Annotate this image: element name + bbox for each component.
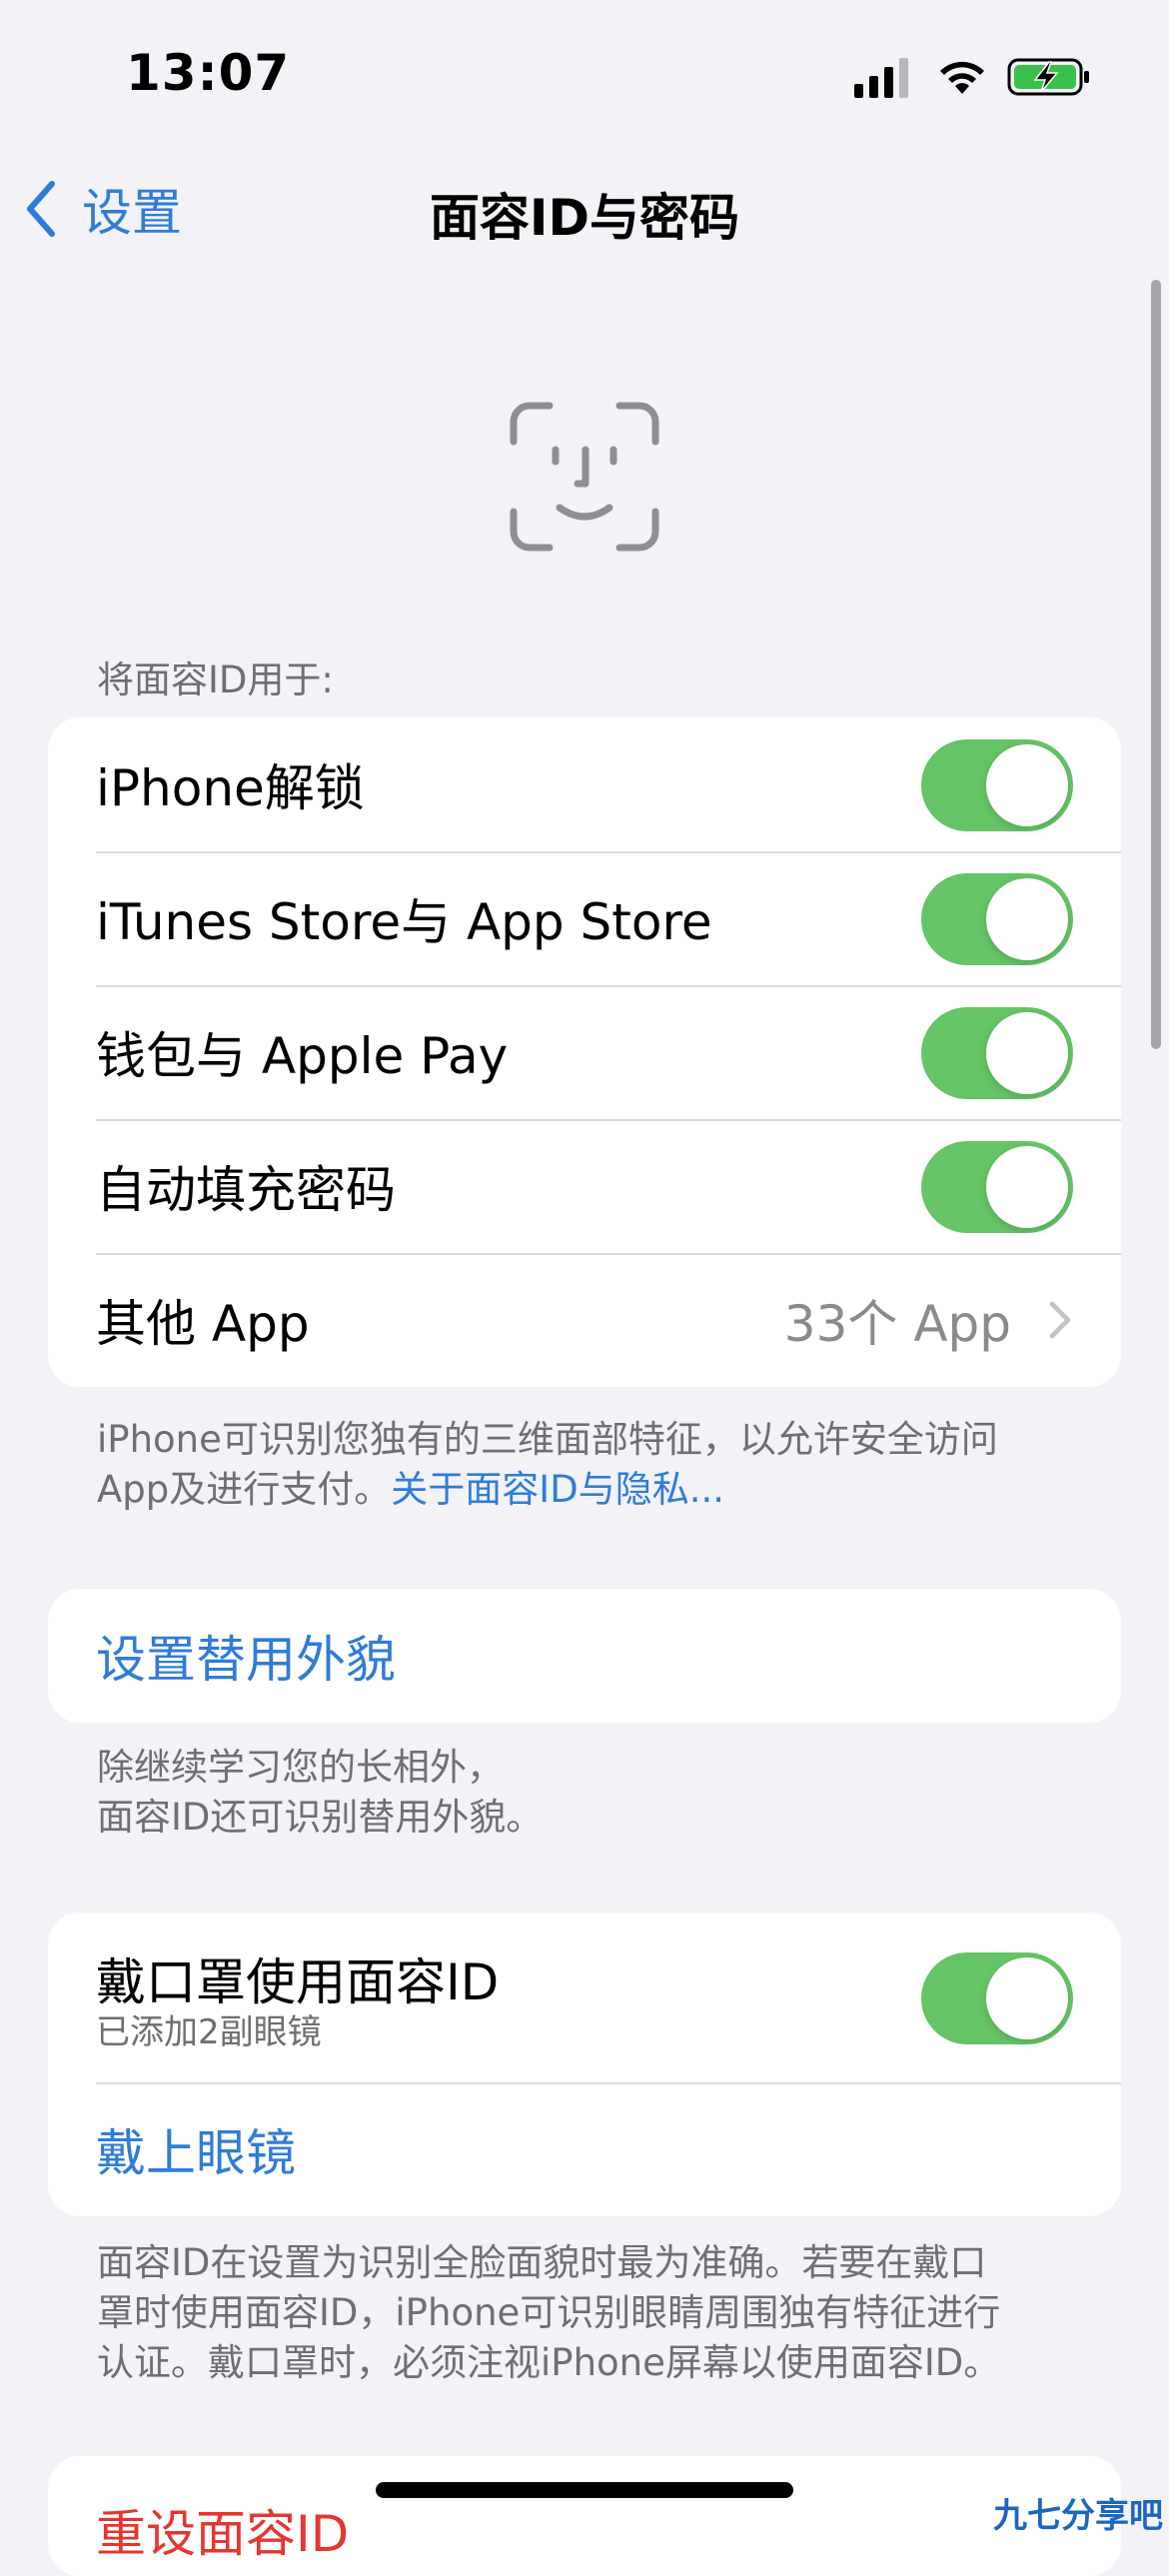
face-id-use-footer: iPhone可识别您独有的三维面部特征，以允许安全访问 App及进行支付。关于面… [97,1415,1086,1515]
navigation-bar: 设置 面容ID与密码 [0,150,1169,270]
row-password-autofill: 自动填充密码 [48,1119,1121,1253]
toggle-knob [986,744,1068,826]
toggle-knob [986,1146,1068,1228]
scrollbar[interactable] [1151,280,1161,1049]
face-id-use-group: iPhone解锁 iTunes Store与 App Store 钱包与 App… [48,717,1121,1387]
alternate-appearance-footer: 除继续学习您的长相外， 面容ID还可识别替用外貌。 [97,1743,1086,1843]
toggle-knob [986,1012,1068,1094]
row-add-glasses[interactable]: 戴上眼镜 [48,2082,1121,2216]
face-id-icon [510,402,659,552]
section-header-use: 将面容ID用于: [97,658,334,701]
toggle-itunes-app-store[interactable] [921,873,1073,965]
row-label: 其他 App [96,1295,310,1353]
setup-alternate-appearance-button[interactable]: 设置替用外貌 [96,1620,396,1692]
add-glasses-button[interactable]: 戴上眼镜 [96,2113,296,2185]
alternate-appearance-group: 设置替用外貌 [48,1589,1121,1723]
mask-footer: 面容ID在设置为识别全脸面貌时最为准确。若要在戴口 罩时使用面容ID，iPhon… [97,2238,1086,2388]
footer-line: 面容ID在设置为识别全脸面貌时最为准确。若要在戴口 [97,2241,987,2284]
toggle-iphone-unlock[interactable] [921,739,1073,831]
privacy-link[interactable]: 关于面容ID与隐私... [391,1468,724,1511]
toggle-knob [986,1957,1068,2039]
row-sublabel: 已添加2副眼镜 [96,2012,322,2052]
toggle-knob [986,878,1068,960]
status-bar: 13:07 [0,0,1169,150]
footer-line: 面容ID还可识别替用外貌。 [97,1796,544,1839]
home-indicator[interactable] [376,2482,793,2498]
footer-line: 认证。戴口罩时，必须注视iPhone屏幕以使用面容ID。 [97,2341,1001,2384]
page-title: 面容ID与密码 [429,189,740,247]
footer-line: iPhone可识别您独有的三维面部特征，以允许安全访问 [97,1418,998,1461]
row-iphone-unlock: iPhone解锁 [48,717,1121,851]
row-label: iTunes Store与 App Store [96,893,712,951]
mask-group: 戴口罩使用面容ID 已添加2副眼镜 戴上眼镜 [48,1913,1121,2216]
reset-face-id-button[interactable]: 重设面容ID [96,2494,349,2566]
footer-line: App及进行支付。关于面容ID与隐私... [97,1465,1086,1515]
row-setup-alternate-appearance[interactable]: 设置替用外貌 [48,1589,1121,1723]
chevron-right-icon [1049,1301,1071,1339]
toggle-wallet-apple-pay[interactable] [921,1007,1073,1099]
footer-line: 除继续学习您的长相外， [97,1746,504,1789]
status-time: 13:07 [126,44,291,102]
row-wallet-apple-pay: 钱包与 Apple Pay [48,985,1121,1119]
footer-line: 罩时使用面容ID，iPhone可识别眼睛周围独有特征进行 [97,2291,1001,2334]
wifi-icon [940,61,984,94]
footer-text-prefix: App及进行支付。 [97,1468,392,1511]
toggle-password-autofill[interactable] [921,1141,1073,1233]
row-label: 钱包与 Apple Pay [96,1027,509,1085]
other-apps-count: 33个 App [783,1295,1011,1353]
row-label: iPhone解锁 [96,759,365,817]
row-label: 自动填充密码 [96,1161,396,1219]
row-itunes-app-store: iTunes Store与 App Store [48,851,1121,985]
row-other-apps[interactable]: 其他 App 33个 App [48,1253,1121,1387]
toggle-face-id-with-mask[interactable] [921,1952,1073,2044]
row-face-id-with-mask: 戴口罩使用面容ID 已添加2副眼镜 [48,1913,1121,2082]
signal-icon [854,58,908,98]
reset-group: 重设面容ID [48,2456,1121,2576]
battery-charging-icon [1007,58,1089,96]
